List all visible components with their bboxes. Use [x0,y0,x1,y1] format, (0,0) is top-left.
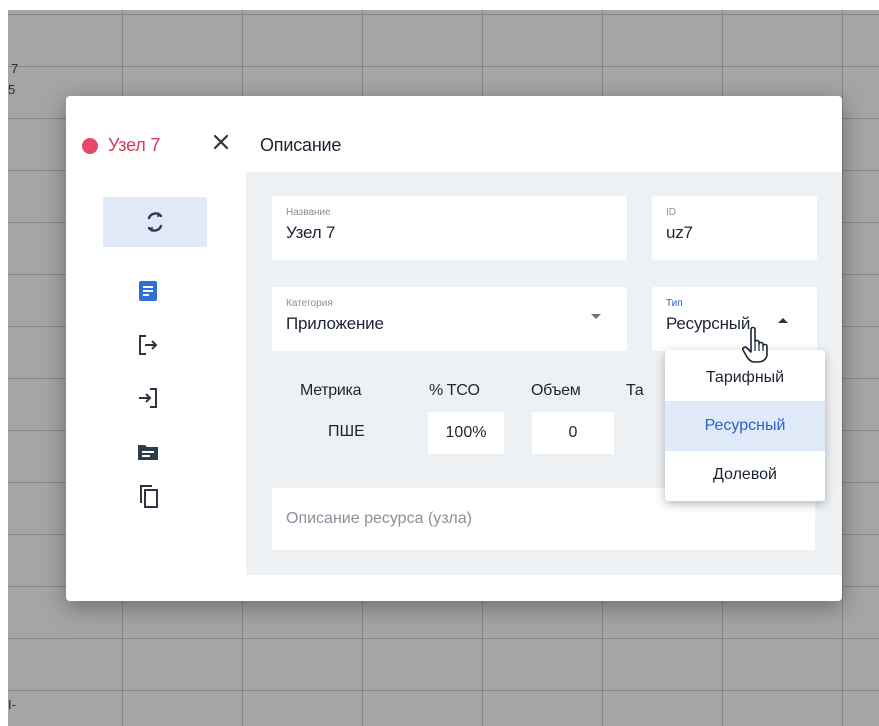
document-icon [139,281,157,301]
dialog-title: Описание [260,135,342,155]
rail-item-copy[interactable] [136,484,160,508]
rail-item-folder[interactable] [136,440,160,464]
id-field-label: ID [666,207,676,218]
type-option-resource[interactable]: Ресурсный [665,401,825,451]
tco-input[interactable]: 100% [428,412,504,454]
metric-value: ПШЕ [328,423,365,440]
id-field[interactable]: ID uz7 [652,196,817,260]
tariff-column-header: Та [626,382,644,399]
category-select-label: Категория [286,298,333,309]
rail-item-sync[interactable] [103,197,207,247]
close-icon [213,134,229,150]
type-select-label: Тип [666,298,683,309]
hand-pointer-icon [742,326,768,363]
rail-item-output[interactable] [136,333,160,357]
axis-label: 7 [11,61,19,76]
volume-value: 0 [568,424,578,441]
id-field-value: uz7 [666,223,693,242]
type-select[interactable]: Тип Ресурсный [652,287,817,351]
chevron-up-icon [778,318,788,323]
rail-item-document[interactable] [136,279,160,303]
type-option-share[interactable]: Долевой [665,450,825,500]
axis-label: I- [8,697,16,712]
copy-icon [140,485,158,508]
type-select-value: Ресурсный [666,314,751,333]
logout-icon [139,335,158,355]
type-dropdown-menu: Тарифный Ресурсный Долевой [665,350,825,501]
sync-icon [147,212,163,232]
name-field-value: Узел 7 [286,223,336,242]
node-description-dialog: Узел 7 Описание Название Узел 7 ID uz7 К… [66,96,842,601]
node-status-dot [82,138,98,154]
rail-item-input[interactable] [136,386,160,410]
metric-column-header: Метрика [300,382,362,399]
screen: 7 5 I- Узел 7 Описание Название Узел 7 I… [0,0,879,726]
name-field[interactable]: Название Узел 7 [272,196,627,260]
folder-icon [138,445,158,460]
tco-value: 100% [445,424,487,441]
chevron-down-icon [591,314,601,319]
close-button[interactable] [210,133,232,155]
description-placeholder: Описание ресурса (узла) [286,510,472,527]
volume-column-header: Объем [531,382,581,399]
volume-input[interactable]: 0 [532,412,614,454]
axis-label: 5 [8,82,16,97]
name-field-label: Название [286,207,331,218]
node-name-label: Узел 7 [108,135,161,155]
tco-column-header: % TCO [429,382,480,399]
category-select-value: Приложение [286,314,384,333]
login-icon [139,388,157,408]
category-select[interactable]: Категория Приложение [272,287,627,351]
